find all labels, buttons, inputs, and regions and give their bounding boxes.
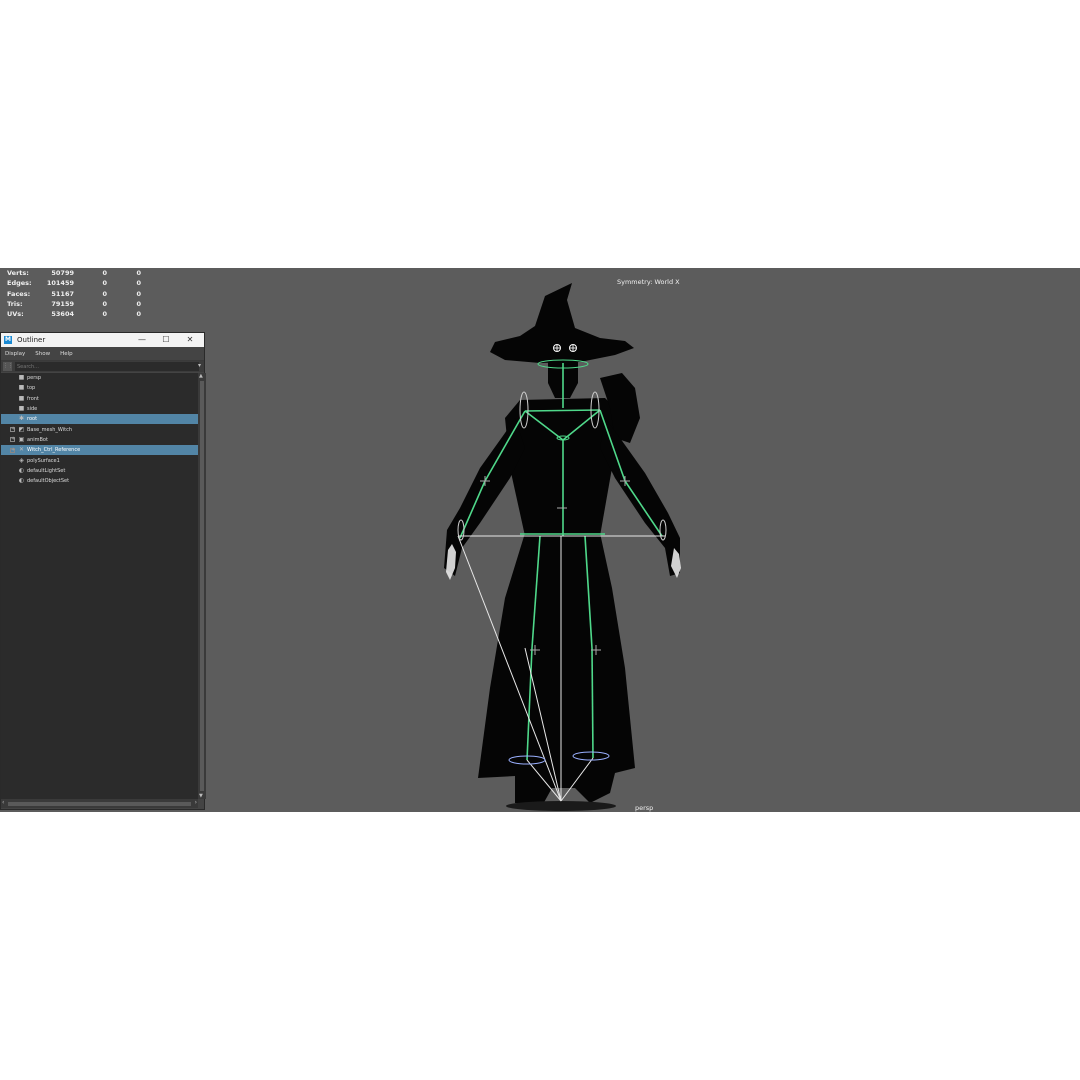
scroll-up-icon[interactable]: ▲	[199, 373, 203, 379]
maximize-icon[interactable]: ☐	[156, 333, 176, 347]
list-item[interactable]: ◈ polySurface1	[1, 455, 198, 465]
symmetry-indicator: Symmetry: World X	[617, 278, 680, 286]
hud-row-uvs: UVs: 53604 0 0	[7, 310, 141, 319]
hud-row-tris: Tris: 79159 0 0	[7, 299, 141, 308]
scroll-down-icon[interactable]: ▼	[199, 793, 203, 799]
scrollbar-thumb[interactable]	[200, 381, 204, 791]
expand-icon[interactable]: +	[10, 427, 15, 433]
mesh-icon: ◩	[18, 425, 25, 433]
search-input[interactable]	[15, 362, 199, 371]
camera-icon: ■	[18, 374, 25, 382]
filter-icon[interactable]: ⋮⋮	[3, 362, 13, 371]
camera-name-label: persp	[635, 804, 654, 812]
set-icon: ◐	[18, 477, 25, 485]
chevron-down-icon[interactable]: ▾	[198, 362, 201, 369]
maya-logo-icon: M	[4, 336, 12, 344]
vertical-scrollbar[interactable]: ▲ ▼	[198, 373, 206, 799]
scrollbar-thumb[interactable]	[8, 802, 191, 806]
outliner-list[interactable]: ■ persp ■ top ■ front ■ side ✱ root + ◩ …	[1, 373, 198, 799]
joint-icon: ✱	[18, 415, 25, 423]
menu-show[interactable]: Show	[35, 351, 50, 357]
list-item[interactable]: ■ persp	[1, 373, 198, 383]
outliner-title: Outliner	[17, 336, 46, 344]
horizontal-scrollbar[interactable]: ‹ ›	[1, 799, 198, 808]
menu-help[interactable]: Help	[60, 351, 73, 357]
group-icon: ▣	[18, 435, 25, 443]
camera-icon: ■	[18, 394, 25, 402]
outliner-menubar: Display Show Help	[1, 347, 204, 361]
expand-icon[interactable]: +	[10, 437, 15, 443]
menu-display[interactable]: Display	[5, 351, 25, 357]
outliner-window[interactable]: M Outliner — ☐ ✕ Display Show Help ⋮⋮ ▾ …	[0, 332, 206, 810]
list-item-selected[interactable]: + ✕ Witch_Ctrl_Reference	[1, 445, 198, 456]
list-item[interactable]: ■ top	[1, 383, 198, 393]
list-item[interactable]: ◐ defaultLightSet	[1, 466, 198, 476]
minimize-icon[interactable]: —	[132, 333, 152, 347]
camera-icon: ■	[18, 384, 25, 392]
set-icon: ◐	[18, 466, 25, 474]
hud-row-verts: Verts: 50799 0 0	[7, 269, 141, 277]
outliner-titlebar[interactable]: M Outliner — ☐ ✕	[1, 333, 204, 347]
expand-icon[interactable]: +	[10, 447, 15, 453]
surface-icon: ◈	[19, 456, 24, 464]
close-icon[interactable]: ✕	[180, 333, 200, 347]
scroll-right-icon[interactable]: ›	[195, 799, 197, 806]
scroll-left-icon[interactable]: ‹	[2, 799, 4, 806]
poly-count-hud: Verts: 50799 0 0 Edges: 101459 0 0 Faces…	[7, 268, 141, 319]
list-item[interactable]: ■ front	[1, 394, 198, 404]
list-item[interactable]: + ▣ animBot	[1, 435, 198, 445]
list-item[interactable]: + ◩ Base_mesh_Witch	[1, 424, 198, 434]
list-item[interactable]: ■ side	[1, 404, 198, 414]
list-item[interactable]: ◐ defaultObjectSet	[1, 476, 198, 486]
camera-icon: ■	[18, 405, 25, 413]
hud-row-faces: Faces: 51167 0 0	[7, 289, 141, 298]
witch-silhouette	[444, 283, 680, 811]
outliner-search-row: ⋮⋮ ▾	[1, 361, 204, 372]
list-item-selected[interactable]: ✱ root	[1, 414, 198, 425]
hud-row-edges: Edges: 101459 0 0	[7, 279, 141, 288]
reference-icon: ✕	[18, 446, 25, 454]
